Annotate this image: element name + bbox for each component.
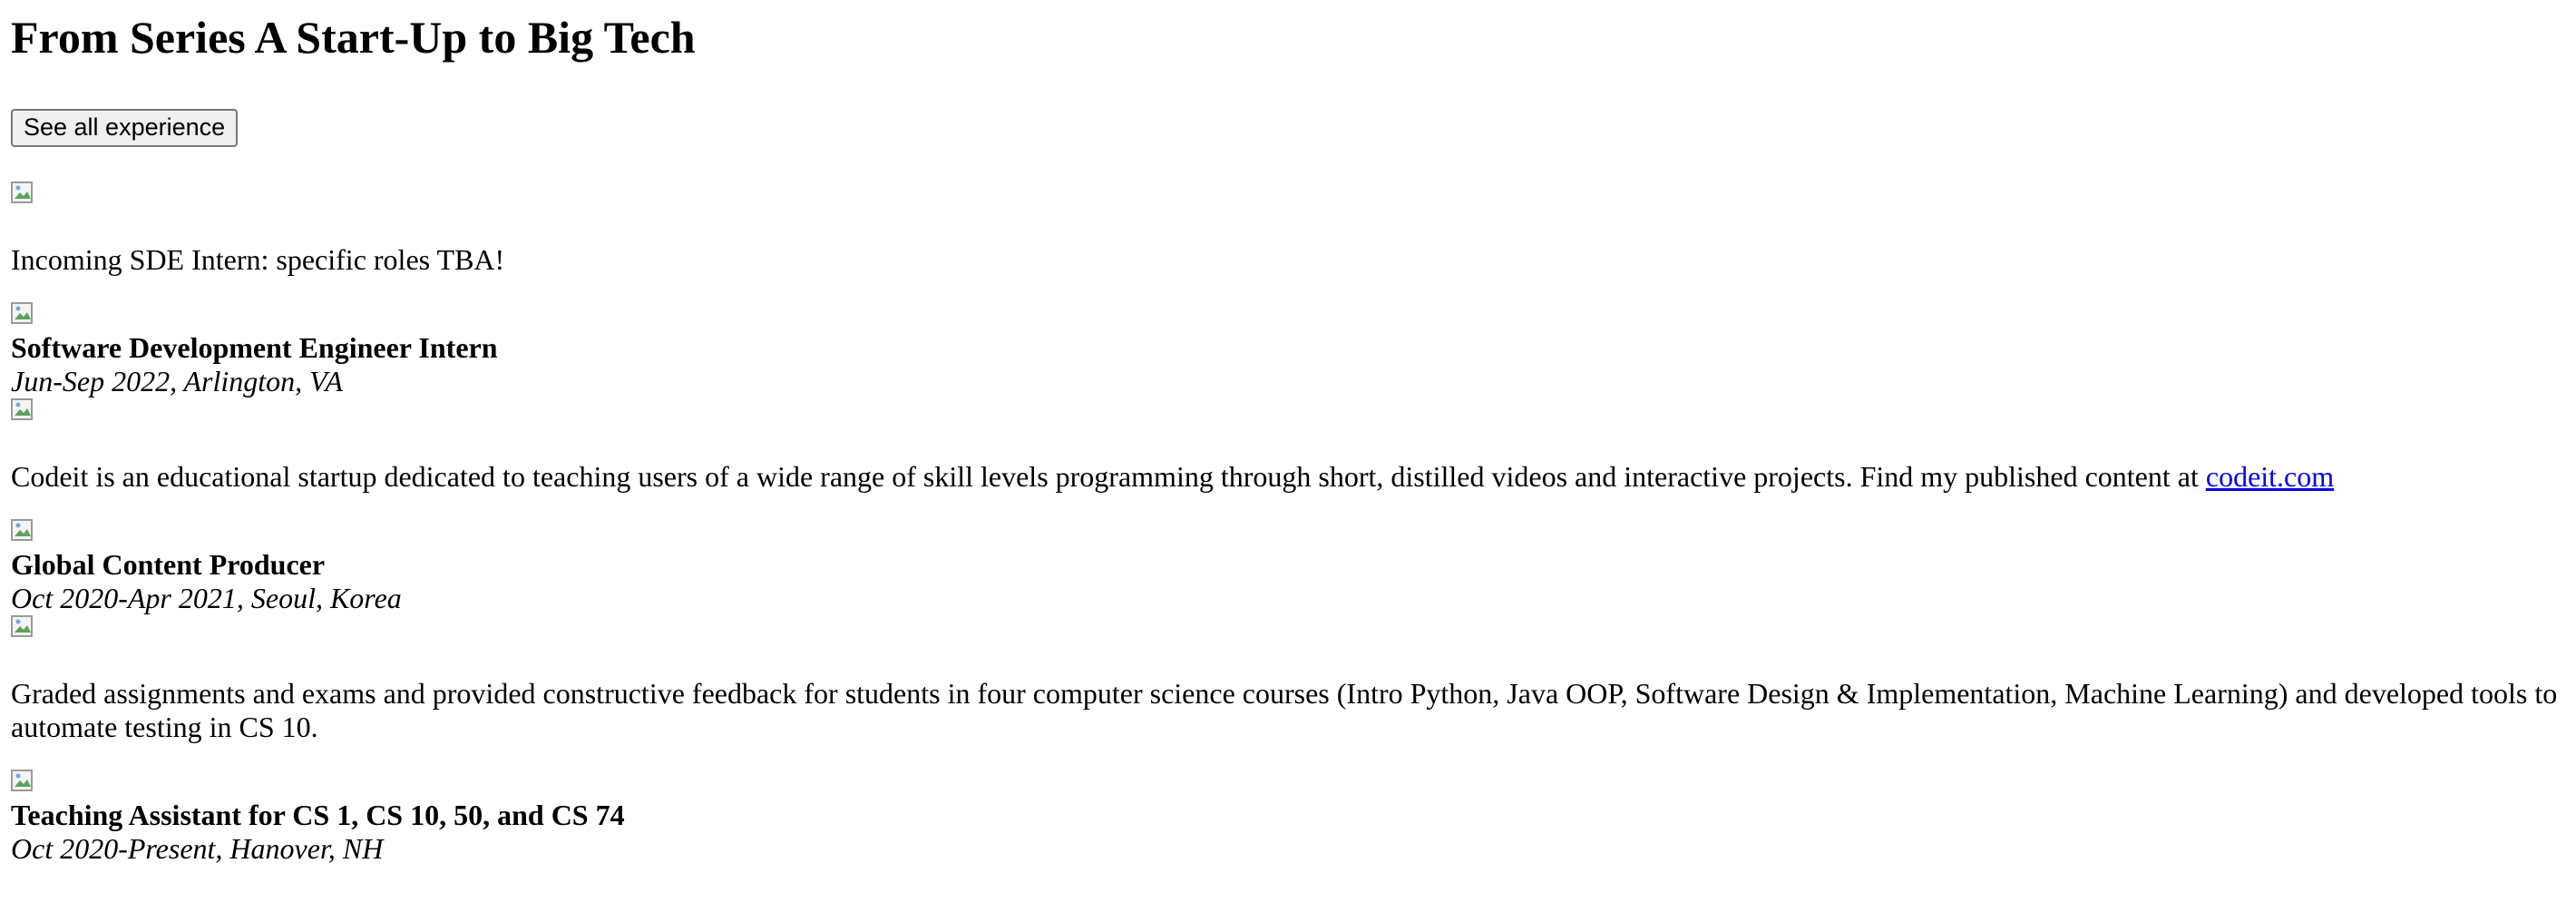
experience-title: Software Development Engineer Intern [11,331,498,364]
experience-broken-image-icon [11,302,40,331]
see-all-experience-button[interactable]: See all experience [11,109,239,147]
experience-title: Teaching Assistant for CS 1, CS 10, 50, … [11,799,625,831]
page-title: From Series A Start-Up to Big Tech [11,12,696,63]
codeit-link[interactable]: codeit.com [2206,460,2334,493]
experience-section: From Series A Start-Up to Big Tech See a… [0,11,2576,866]
experience-title: Global Content Producer [11,548,326,581]
experience-description: Graded assignments and exams and provide… [11,677,2558,743]
experience-broken-image-icon [11,770,40,799]
experience-dates: Jun-Sep 2022, Arlington, VA [11,365,343,397]
company-logo-broken-image-icon [11,181,40,211]
experience-dates: Oct 2020-Present, Hanover, NH [11,832,384,865]
experience-broken-image-icon [11,519,40,548]
button-row: See all experience [11,109,2565,147]
company-logo-broken-image-icon [11,398,40,427]
experience-dates: Oct 2020-Apr 2021, Seoul, Korea [11,582,402,614]
experience-description: Codeit is an educational startup dedicat… [11,460,2335,493]
experience-description: Incoming SDE Intern: specific roles TBA! [11,243,505,276]
company-logo-broken-image-icon [11,615,40,644]
